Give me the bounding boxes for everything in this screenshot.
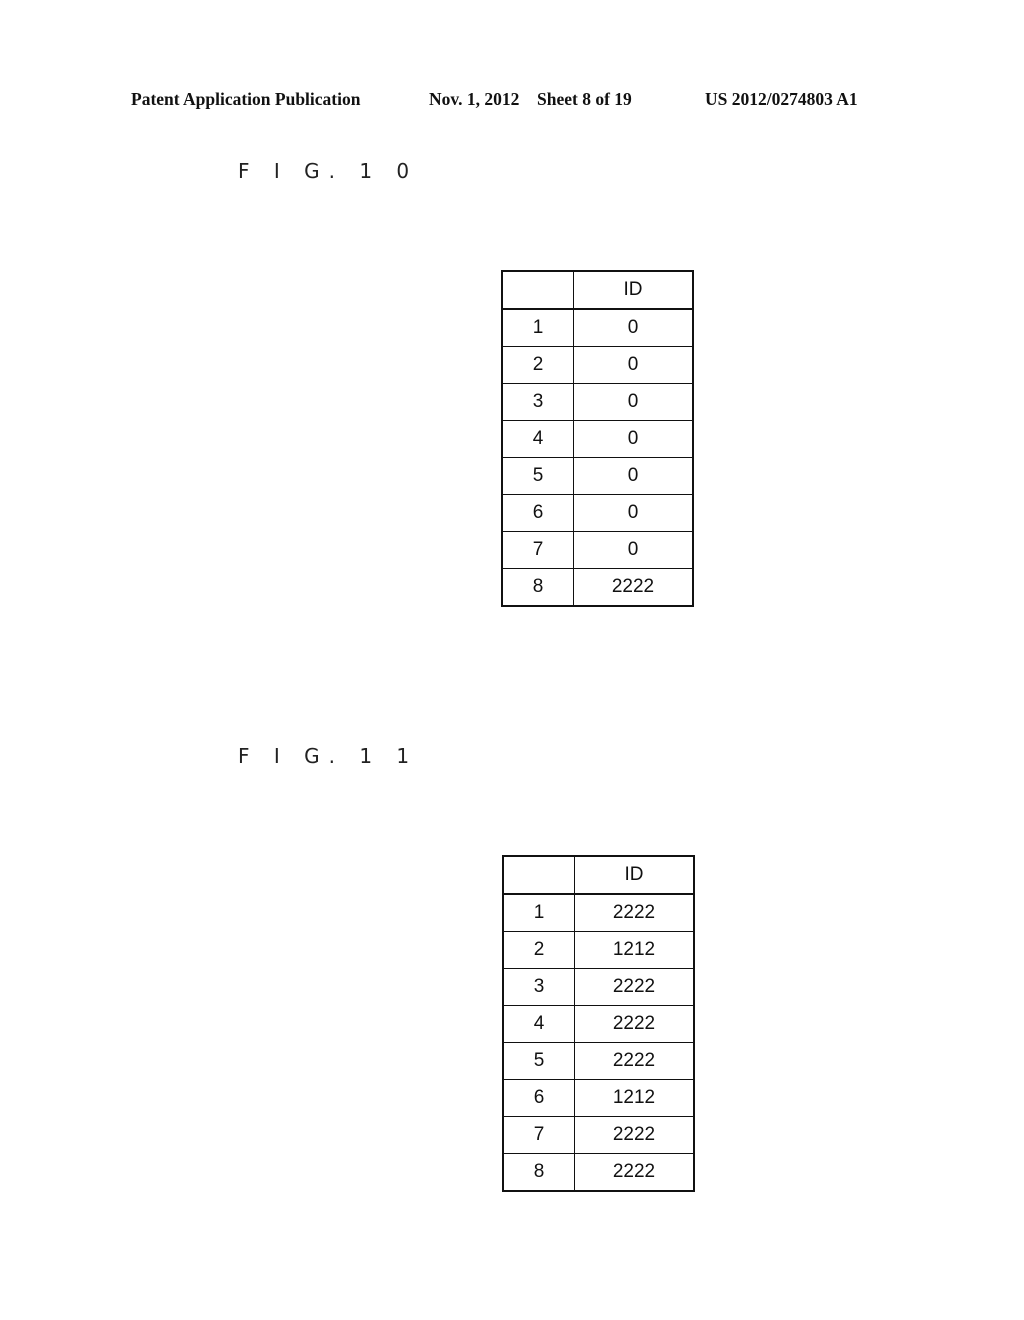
row-index: 8 [502, 1153, 575, 1192]
figure-11-table: ID 1 2222 2 1212 3 2222 4 2222 5 2222 6 1212 7… [502, 855, 695, 1192]
column-header-id: ID [574, 855, 695, 895]
table-header-row: ID [501, 270, 694, 310]
table-row: 5 2222 [502, 1042, 695, 1080]
row-id: 0 [573, 383, 694, 421]
row-index: 3 [501, 383, 574, 421]
column-header-index [502, 855, 575, 895]
row-index: 8 [501, 568, 574, 607]
row-id: 2222 [574, 968, 695, 1006]
row-id: 2222 [574, 1116, 695, 1154]
table-row: 20 [501, 346, 694, 384]
row-id: 2222 [574, 1005, 695, 1043]
table-row: 2 1212 [502, 931, 695, 969]
table-row: 30 [501, 383, 694, 421]
table-row: 4 2222 [502, 1005, 695, 1043]
table-row: 10 [501, 308, 694, 347]
row-id: 0 [573, 494, 694, 532]
row-index: 2 [501, 346, 574, 384]
table-row: 3 2222 [502, 968, 695, 1006]
column-header-id: ID [573, 270, 694, 310]
table-row: 7 2222 [502, 1116, 695, 1154]
row-index: 4 [501, 420, 574, 458]
row-id: 2222 [574, 1042, 695, 1080]
row-id: 2222 [574, 893, 695, 932]
sheet-number: Sheet 8 of 19 [537, 89, 632, 109]
row-id: 0 [573, 308, 694, 347]
row-id: 1212 [574, 931, 695, 969]
table-row: 1 2222 [502, 893, 695, 932]
table-row: 50 [501, 457, 694, 495]
publication-title: Patent Application Publication [131, 89, 361, 109]
row-index: 6 [501, 494, 574, 532]
row-id: 2222 [574, 1153, 695, 1192]
figure-10-label: F I G. 1 0 [238, 159, 419, 183]
table-header-row: ID [502, 855, 695, 895]
figure-10-table: ID 10 20 30 40 50 60 70 8 2222 [501, 270, 694, 607]
row-id: 0 [573, 531, 694, 569]
row-index: 1 [501, 308, 574, 347]
row-index: 3 [502, 968, 575, 1006]
row-index: 6 [502, 1079, 575, 1117]
row-id: 0 [573, 457, 694, 495]
figure-11-label: F I G. 1 1 [238, 744, 419, 768]
table-row: 60 [501, 494, 694, 532]
patent-number: US 2012/0274803 A1 [705, 89, 858, 109]
row-index: 4 [502, 1005, 575, 1043]
row-index: 7 [501, 531, 574, 569]
row-id: 0 [573, 420, 694, 458]
row-id: 2222 [573, 568, 694, 607]
table-row: 40 [501, 420, 694, 458]
table-row: 8 2222 [501, 568, 694, 607]
table-row: 70 [501, 531, 694, 569]
row-index: 7 [502, 1116, 575, 1154]
row-index: 5 [501, 457, 574, 495]
publication-date: Nov. 1, 2012 [429, 89, 520, 109]
column-header-index [501, 270, 574, 310]
row-index: 5 [502, 1042, 575, 1080]
row-index: 1 [502, 893, 575, 932]
row-id: 0 [573, 346, 694, 384]
table-row: 8 2222 [502, 1153, 695, 1192]
row-index: 2 [502, 931, 575, 969]
row-id: 1212 [574, 1079, 695, 1117]
table-row: 6 1212 [502, 1079, 695, 1117]
